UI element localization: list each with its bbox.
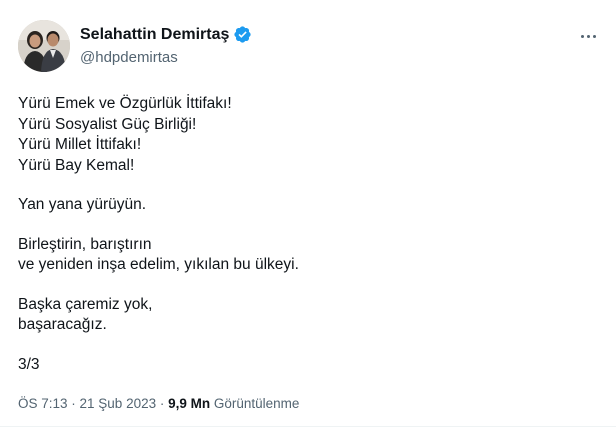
- tweet-meta: ÖS 7:13 · 21 Şub 2023 · 9,9 Mn Görüntüle…: [18, 396, 299, 411]
- tweet-line: Yan yana yürüyün.: [18, 196, 147, 213]
- tweet-line: Yürü Emek ve Özgürlük İttifakı!: [18, 95, 232, 112]
- tweet-date[interactable]: 21 Şub 2023: [80, 396, 157, 411]
- avatar[interactable]: [18, 20, 70, 72]
- author-name[interactable]: Selahattin Demirtaş: [80, 26, 229, 44]
- meta-separator: ·: [67, 396, 80, 411]
- more-options-icon[interactable]: [578, 26, 598, 46]
- verified-badge-icon: [233, 25, 252, 44]
- tweet-line: Birleştirin, barıştırın: [18, 235, 152, 253]
- meta-separator: ·: [156, 396, 169, 411]
- tweet-line: Yürü Millet İttifakı!: [18, 136, 142, 153]
- tweet-time[interactable]: ÖS 7:13: [18, 396, 68, 411]
- author-handle[interactable]: @hdpdemirtas: [80, 49, 178, 66]
- views-count: 9,9 Mn: [168, 396, 211, 411]
- tweet-text: Yürü Emek ve Özgürlük İttifakı! Yürü Sos…: [18, 94, 598, 375]
- views-label: Görüntülenme: [213, 396, 300, 411]
- tweet-line: başaracağız.: [18, 316, 107, 333]
- tweet-line: ve yeniden inşa edelim, yıkılan bu ülkey…: [18, 256, 299, 273]
- tweet-card: Selahattin Demirtaş @hdpdemirtas Yürü Em…: [0, 0, 616, 427]
- thread-counter: 3/3: [18, 355, 40, 373]
- author-name-row[interactable]: Selahattin Demirtaş: [80, 25, 252, 44]
- tweet-line: Yürü Bay Kemal!: [18, 156, 135, 174]
- tweet-line: Yürü Sosyalist Güç Birliği!: [18, 115, 197, 133]
- tweet-line: Başka çaremiz yok,: [18, 295, 153, 313]
